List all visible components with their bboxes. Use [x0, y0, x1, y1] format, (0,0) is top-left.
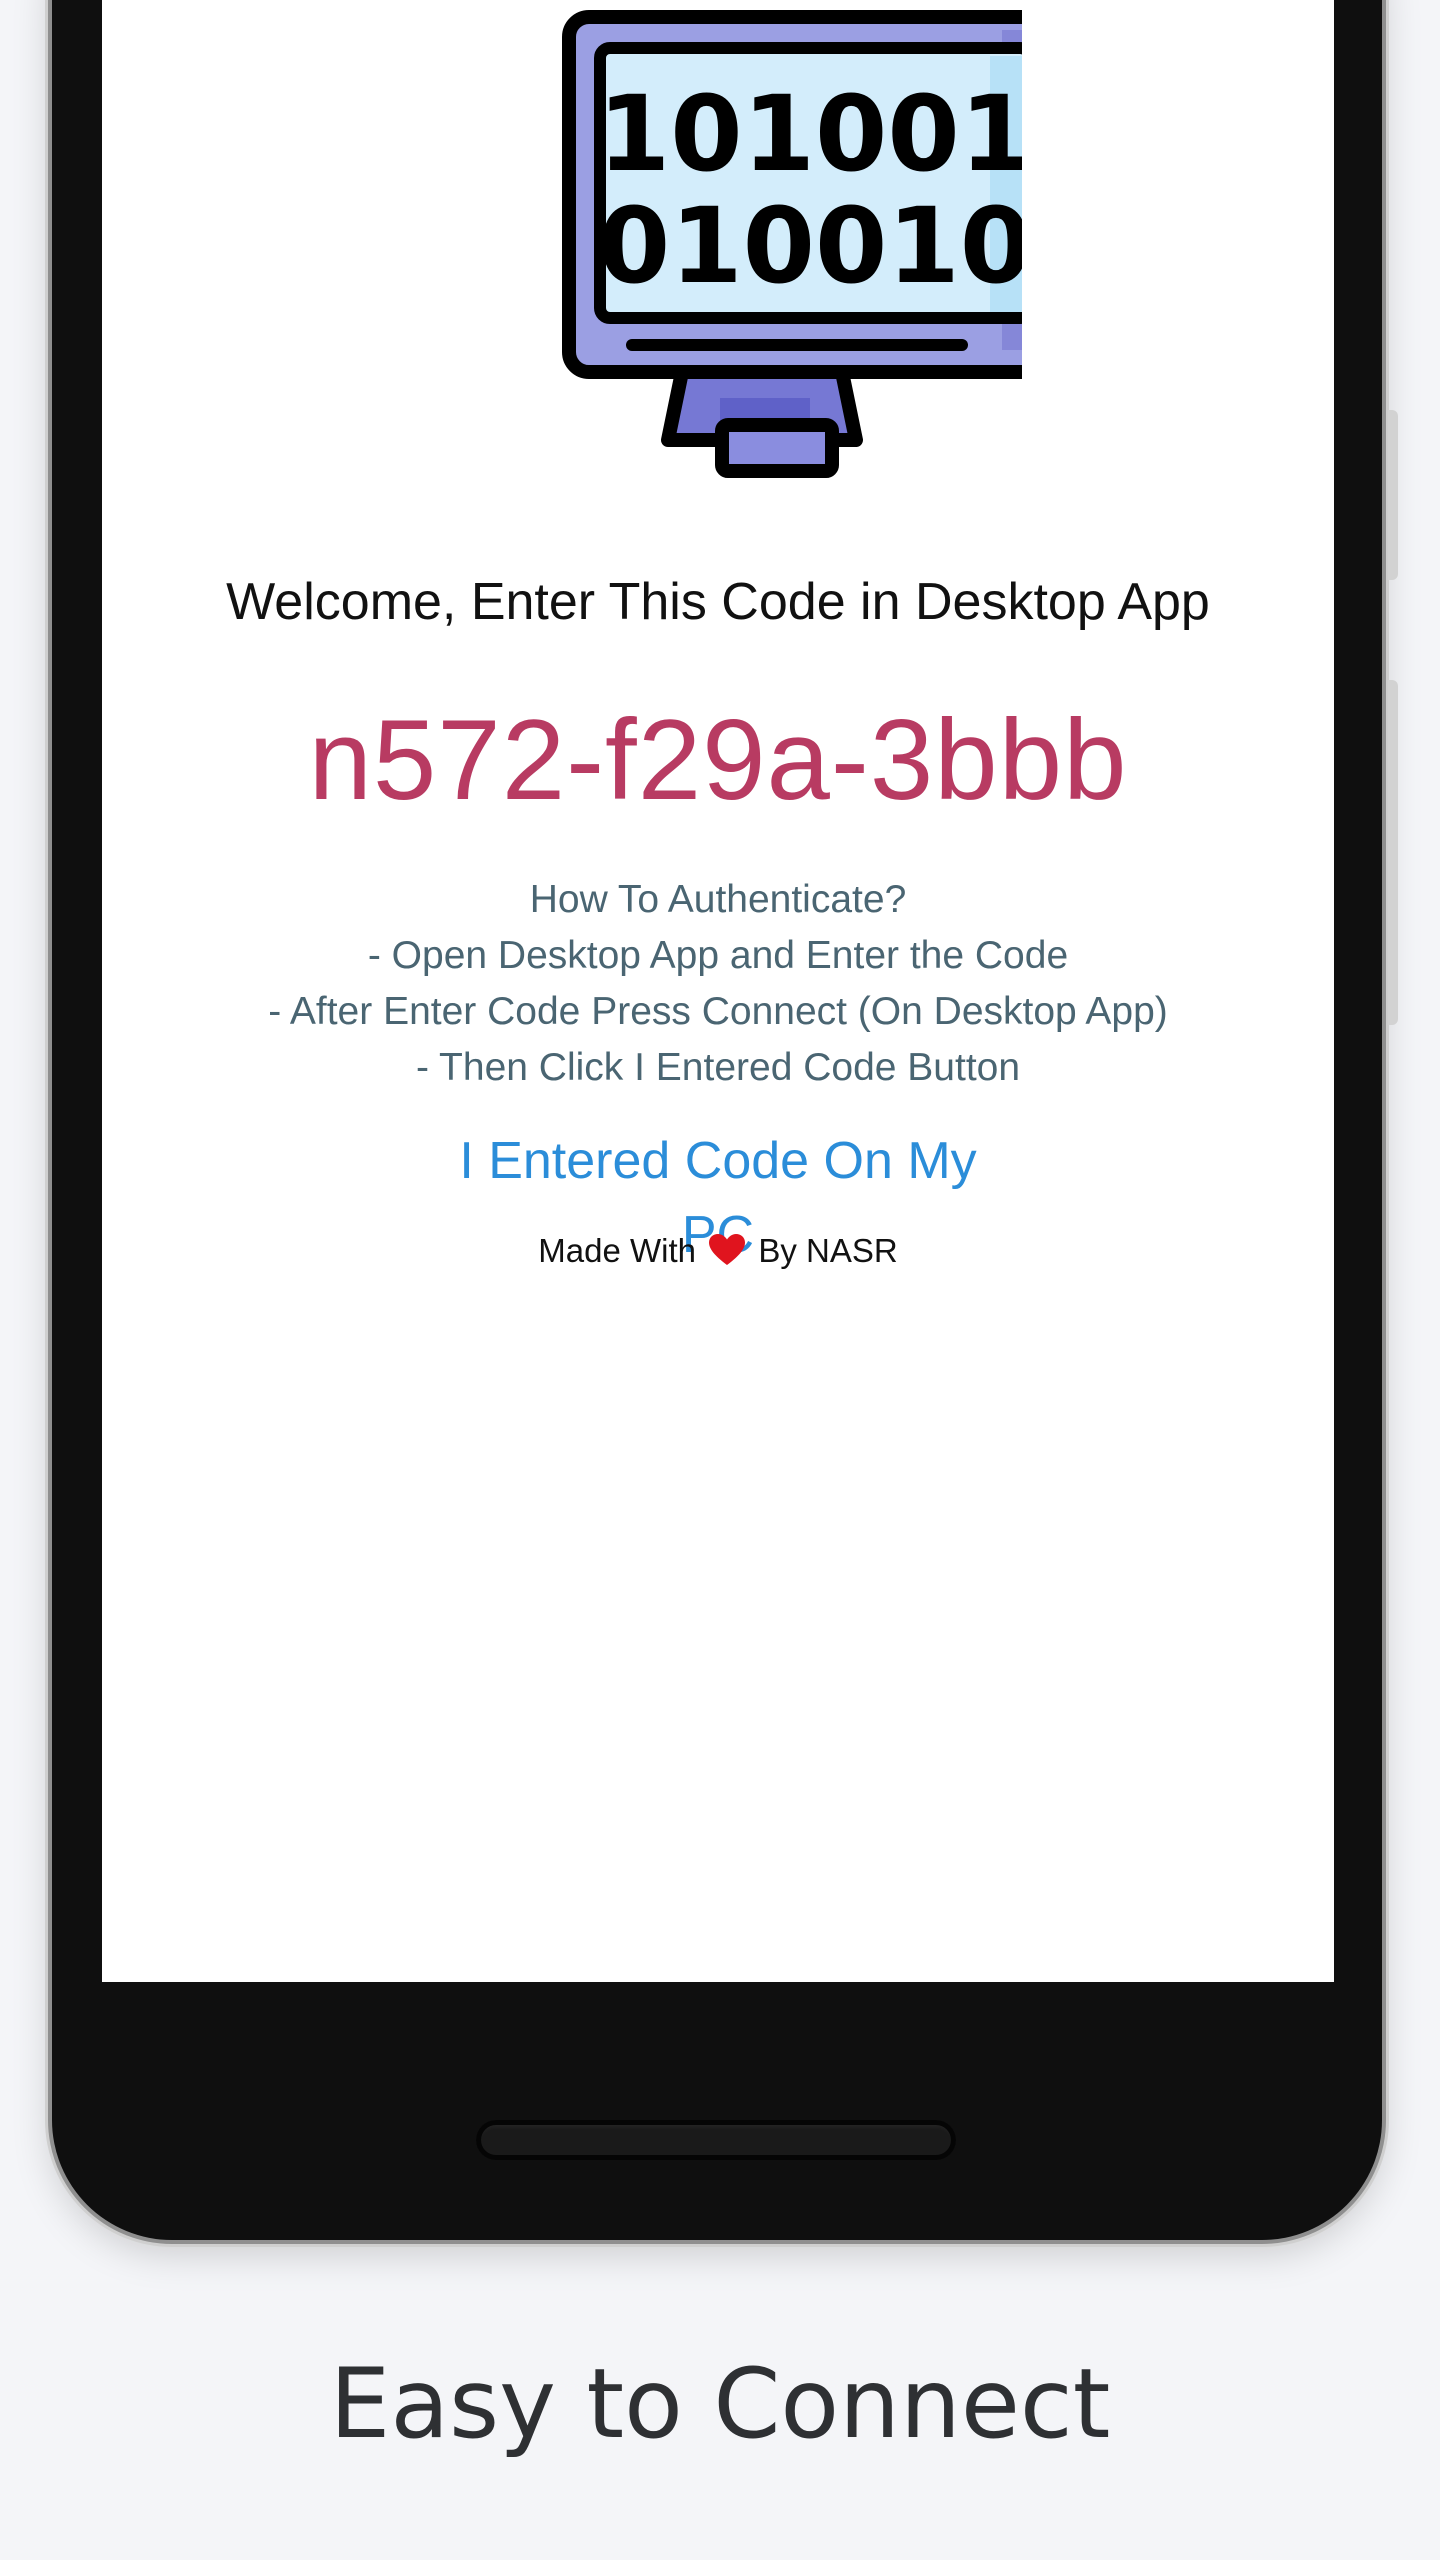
phone-frame: 101001 010010 Welcome, Enter This Code i… [52, 0, 1398, 2240]
instructions-heading: How To Authenticate? [529, 878, 907, 921]
footer-credit: Made With By NASR [102, 1232, 1334, 1270]
auth-code: n572-f29a-3bbb [308, 697, 1128, 824]
welcome-text: Welcome, Enter This Code in Desktop App [226, 573, 1210, 631]
made-with-label: Made With [538, 1232, 696, 1269]
computer-monitor-binary-icon: 101001 010010 [562, 10, 1022, 478]
promo-caption: Easy to Connect [329, 2348, 1111, 2460]
binary-line-1: 101001 [598, 73, 1022, 195]
phone-side-button [1388, 410, 1398, 580]
instruction-step: - Open Desktop App and Enter the Code [367, 934, 1069, 977]
binary-line-2: 010010 [598, 185, 1022, 307]
phone-volume-button [1388, 680, 1398, 1025]
heart-icon [709, 1234, 746, 1265]
phone-home-bar [476, 2120, 956, 2160]
instruction-step: - After Enter Code Press Connect (On Des… [268, 990, 1168, 1033]
promo-stage: 101001 010010 Welcome, Enter This Code i… [0, 0, 1440, 2560]
by-author-label: By NASR [758, 1232, 898, 1269]
instructions: How To Authenticate? - Open Desktop App … [102, 872, 1334, 1096]
phone-screen: 101001 010010 Welcome, Enter This Code i… [102, 0, 1334, 1982]
instruction-step: - Then Click I Entered Code Button [415, 1046, 1021, 1089]
entered-code-button[interactable]: I Entered Code On My PC [418, 1124, 1018, 1264]
